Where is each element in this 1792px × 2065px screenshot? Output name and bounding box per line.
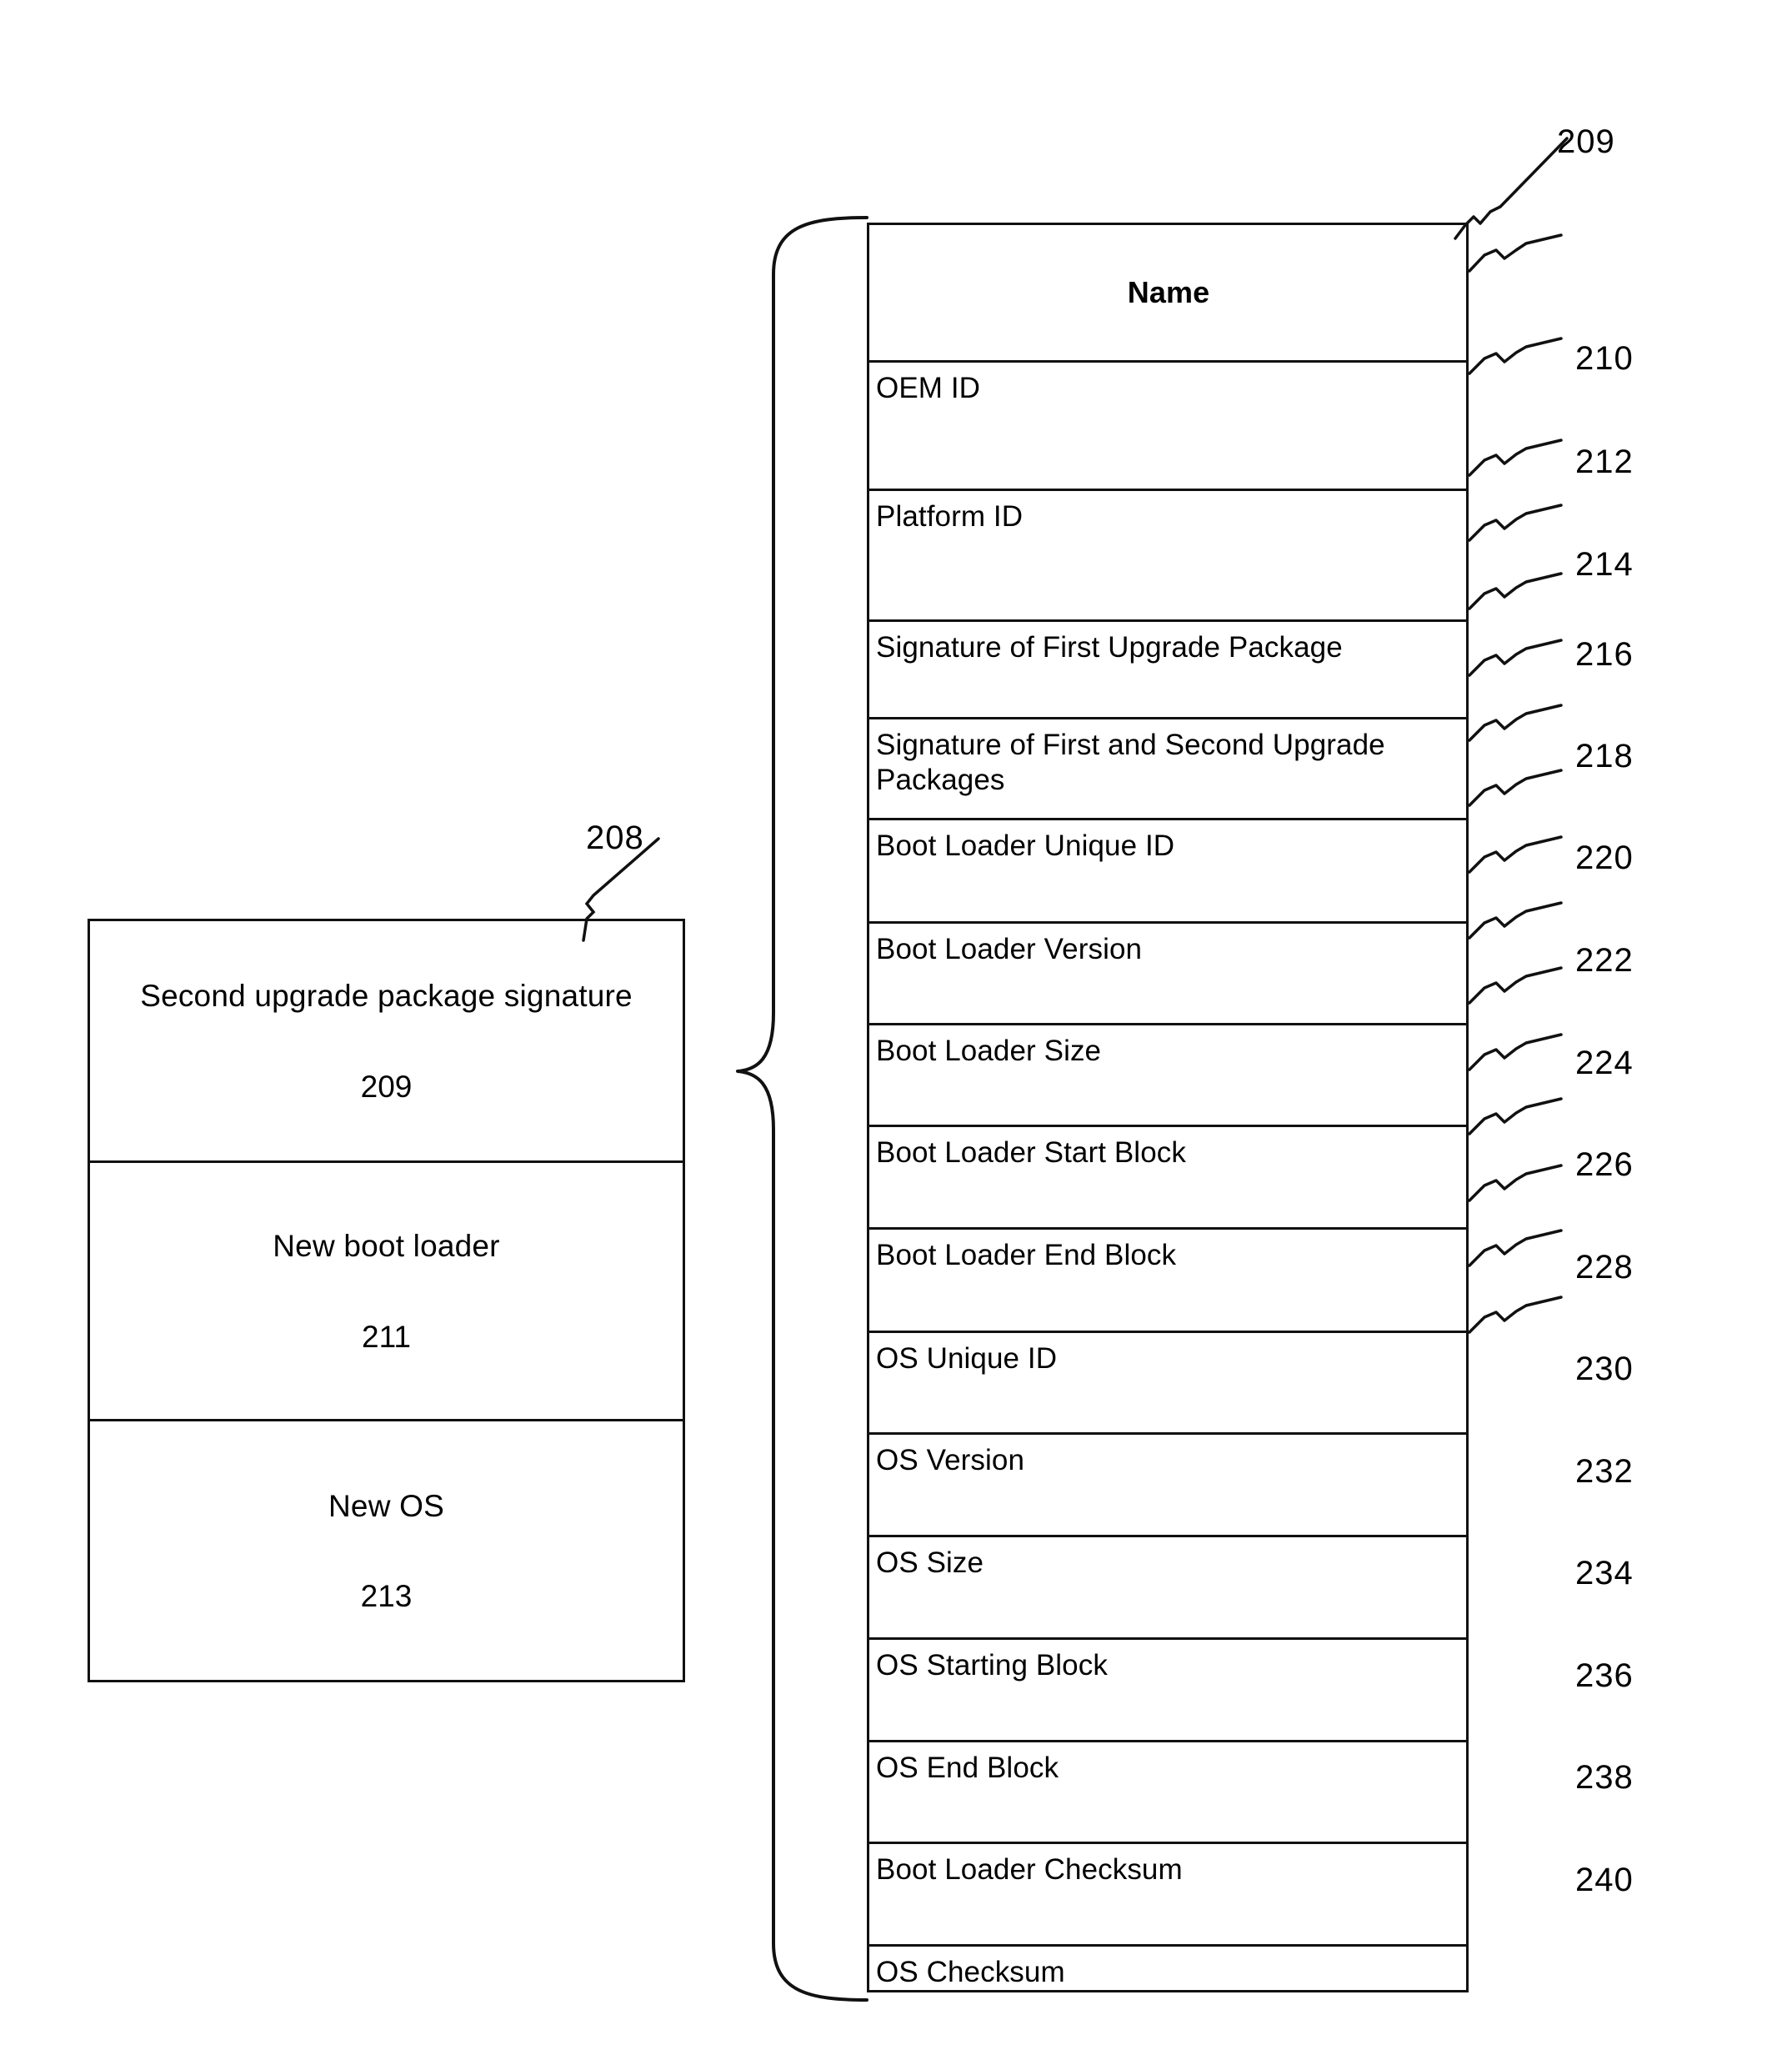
package-cell-second-upgrade-package-signature: Second upgrade package signature 209 [90,921,683,1160]
reference-label-238: 238 [1575,1759,1634,1796]
reference-label-234: 234 [1575,1555,1634,1591]
package-cell-new-boot-loader: New boot loader 211 [90,1160,683,1419]
reference-label-216: 216 [1575,636,1634,673]
reference-label-226: 226 [1575,1146,1634,1183]
package-cell-title: Second upgrade package signature [140,979,633,1014]
package-cell-ref: 213 [360,1579,413,1614]
package-cell-ref: 211 [362,1319,411,1354]
metadata-table: Name OEM ID Platform ID Signature of Fir… [867,223,1469,1992]
reference-label-240: 240 [1575,1862,1634,1898]
table-row: Boot Loader End Block [869,1227,1466,1331]
table-row: Boot Loader Checksum [869,1842,1466,1944]
package-cell-title: New boot loader [273,1229,500,1264]
reference-label-212: 212 [1575,444,1634,480]
reference-label-230: 230 [1575,1351,1634,1387]
reference-label-209: 209 [1557,123,1615,160]
table-row: OEM ID [869,359,1466,489]
table-row: Boot Loader Version [869,920,1466,1023]
table-row: OS Version [869,1432,1466,1535]
package-cell-new-os: New OS 213 [90,1419,683,1680]
table-row: OS Checksum [869,1943,1466,1990]
package-cell-ref: 209 [360,1069,413,1104]
curly-brace-icon [736,216,868,2002]
metadata-table-header-name: Name [1127,275,1210,310]
reference-label-224: 224 [1575,1045,1634,1081]
reference-label-222: 222 [1575,942,1634,979]
reference-label-228: 228 [1575,1249,1634,1286]
table-row: Boot Loader Size [869,1022,1466,1125]
reference-label-220: 220 [1575,840,1634,876]
package-cell-title: New OS [328,1488,444,1523]
table-row: OS End Block [869,1739,1466,1842]
table-row: OS Unique ID [869,1330,1466,1433]
table-row: OS Starting Block [869,1636,1466,1740]
reference-label-232: 232 [1575,1453,1634,1490]
table-row: Boot Loader Start Block [869,1125,1466,1227]
reference-label-214: 214 [1575,546,1634,583]
table-row: Signature of First and Second Upgrade Pa… [869,716,1466,819]
reference-label-210: 210 [1575,340,1634,377]
table-row: Platform ID [869,489,1466,619]
reference-label-236: 236 [1575,1657,1634,1694]
upgrade-package-box: Second upgrade package signature 209 New… [88,919,685,1682]
table-row: Signature of First Upgrade Package [869,619,1466,717]
table-row: OS Size [869,1535,1466,1637]
table-row: Boot Loader Unique ID [869,818,1466,921]
figure-canvas: Second upgrade package signature 209 New… [0,0,1792,2065]
reference-label-218: 218 [1575,738,1634,774]
reference-label-208: 208 [586,819,644,856]
